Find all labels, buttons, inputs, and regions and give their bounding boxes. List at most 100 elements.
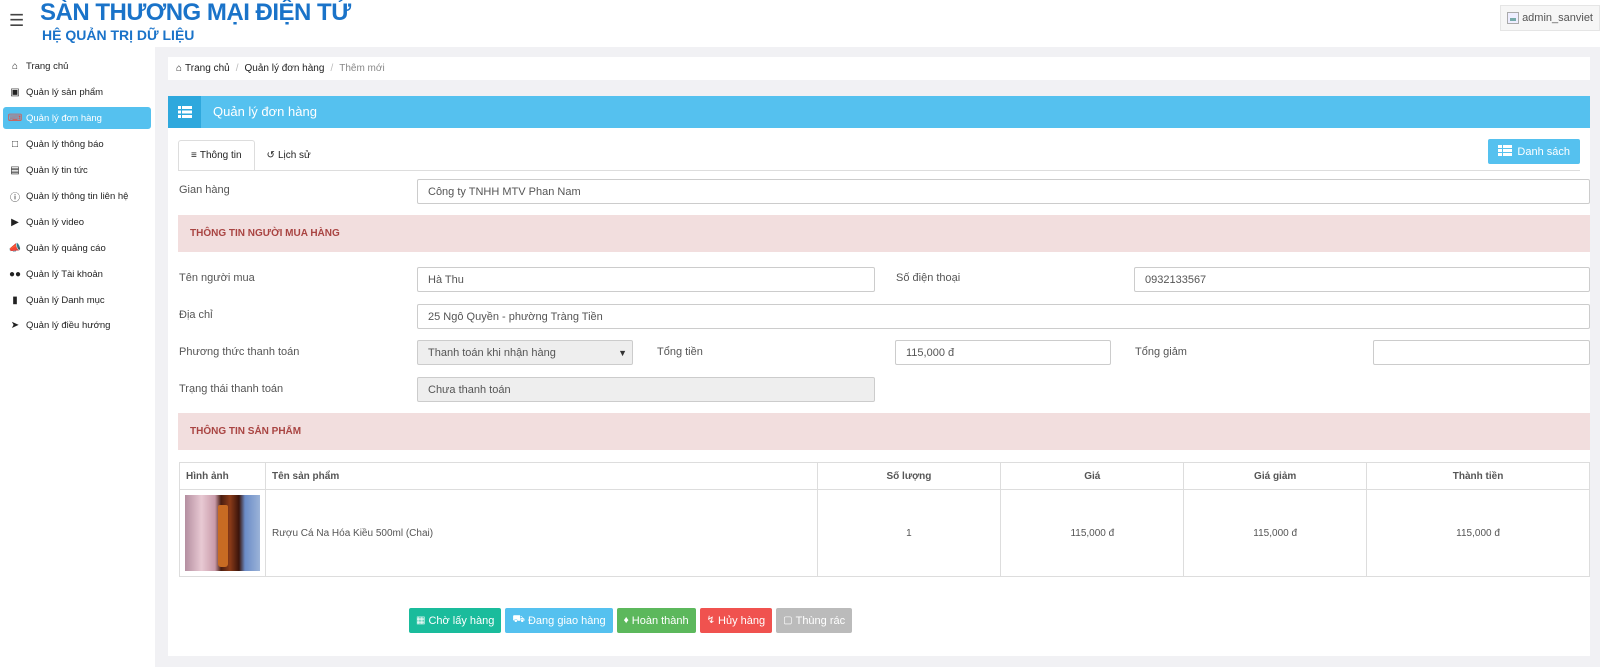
brand-subtitle: HỆ QUẢN TRỊ DỮ LIỆU [42, 27, 195, 43]
breadcrumb-section[interactable]: Quản lý đơn hàng [244, 63, 324, 74]
sidebar-item-label: Quản lý sản phẩm [26, 86, 104, 98]
top-header: ☰ SÀN THƯƠNG MẠI ĐIỆN TỬ HỆ QUẢN TRỊ DỮ … [0, 0, 1600, 47]
table-row: Rượu Cá Na Hóa Kiều 500ml (Chai) 1 115,0… [179, 489, 1590, 577]
sidebar-item-home[interactable]: ⌂ Trang chủ [3, 55, 151, 77]
store-label: Gian hàng [179, 184, 230, 196]
payment-method-select[interactable]: Thanh toán khi nhận hàng ▼ [417, 340, 633, 365]
archive-icon: ▣ [10, 86, 20, 98]
trash-button[interactable]: ▢ Thùng rác [776, 608, 853, 633]
product-table: Hình ảnh Tên sản phẩm Số lượng Giá Giá g… [179, 462, 1590, 577]
users-icon: ●● [8, 268, 22, 280]
button-label: Thùng rác [795, 614, 846, 627]
await-pickup-button[interactable]: ▦ Chờ lấy hàng [409, 608, 502, 633]
payment-method-value: Thanh toán khi nhận hàng [428, 346, 556, 359]
breadcrumb-separator: / [235, 63, 239, 74]
sidebar-item-contact[interactable]: ⓘ Quản lý thông tin liên hệ [3, 185, 151, 207]
menu-icon[interactable]: ☰ [9, 11, 24, 31]
button-label: Chờ lấy hàng [428, 614, 495, 627]
sidebar-item-products[interactable]: ▣ Quản lý sản phẩm [3, 81, 151, 103]
product-section-header: THÔNG TIN SẢN PHẨM [178, 413, 1590, 450]
sidebar-item-accounts[interactable]: ●● Quản lý Tài khoản [3, 263, 151, 285]
buyer-name-field[interactable]: Hà Thu [417, 267, 875, 292]
bell-icon: ♦ [623, 615, 629, 626]
order-actions: ▦ Chờ lấy hàng ⛟ Đang giao hàng ♦ Hoàn t… [409, 608, 853, 633]
store-field[interactable]: Công ty TNHH MTV Phan Nam [417, 179, 1590, 204]
sidebar-item-label: Quản lý Danh mục [26, 294, 105, 306]
gift-icon: ▦ [416, 615, 426, 626]
column-header: Hình ảnh [179, 462, 266, 490]
list-icon [168, 96, 201, 128]
payment-status-label: Trạng thái thanh toán [179, 383, 284, 395]
sidebar-item-orders[interactable]: ⌨ Quản lý đơn hàng [3, 107, 151, 129]
tab-info[interactable]: ≡ Thông tin [178, 140, 255, 171]
product-qty: 1 [816, 489, 1002, 577]
sidebar-item-label: Quản lý điều hướng [26, 319, 111, 331]
sidebar-item-notifications[interactable]: □ Quản lý thông báo [3, 133, 151, 155]
buyer-name-label: Tên người mua [179, 272, 255, 284]
user-name: admin_sanviet [1522, 12, 1593, 24]
list-button[interactable]: Danh sách [1488, 139, 1580, 164]
cancel-order-button[interactable]: ↯ Hủy hàng [699, 608, 773, 633]
address-label: Địa chỉ [179, 309, 213, 321]
product-name: Rượu Cá Na Hóa Kiều 500ml (Chai) [264, 489, 818, 577]
user-menu[interactable]: admin_sanviet [1500, 5, 1600, 31]
column-header: Giá [1000, 462, 1185, 490]
product-price: 115,000 đ [1000, 489, 1185, 577]
sidebar: ⌂ Trang chủ ▣ Quản lý sản phẩm ⌨ Quản lý… [0, 47, 155, 667]
sidebar-item-label: Quản lý thông báo [26, 138, 104, 150]
bolt-icon: ↯ [706, 615, 716, 626]
button-label: Hủy hàng [718, 614, 766, 627]
total-label: Tổng tiền [657, 346, 703, 358]
panel-title: Quản lý đơn hàng [213, 104, 317, 119]
shipping-button[interactable]: ⛟ Đang giao hàng [505, 608, 613, 633]
sidebar-item-categories[interactable]: ▮ Quản lý Danh mục [3, 289, 151, 311]
list-button-label: Danh sách [1517, 145, 1570, 158]
table-icon [1498, 144, 1513, 159]
button-label: Hoàn thành [631, 614, 689, 627]
button-label: Đang giao hàng [527, 614, 606, 627]
sidebar-item-video[interactable]: ▶ Quản lý video [3, 211, 151, 233]
sidebar-item-label: Quản lý thông tin liên hệ [26, 190, 129, 202]
column-header: Giá giảm [1183, 462, 1368, 490]
sidebar-item-label: Quản lý đơn hàng [26, 112, 102, 124]
phone-field[interactable]: 0932133567 [1134, 267, 1590, 292]
breadcrumb: ⌂ Trang chủ / Quản lý đơn hàng / Thêm mớ… [168, 57, 1590, 80]
sidebar-item-label: Trang chủ [26, 60, 69, 72]
table-header-row: Hình ảnh Tên sản phẩm Số lượng Giá Giá g… [179, 462, 1590, 490]
order-panel: Quản lý đơn hàng ≡ Thông tin ↺ Lịch sử D… [168, 96, 1590, 656]
sidebar-item-label: Quản lý Tài khoản [26, 268, 103, 280]
tab-label: Lịch sử [277, 150, 311, 161]
breadcrumb-home[interactable]: Trang chủ [185, 63, 230, 74]
total-field[interactable]: 115,000 đ [895, 340, 1111, 365]
product-discount-price: 115,000 đ [1183, 489, 1368, 577]
product-amount: 115,000 đ [1366, 489, 1590, 577]
column-header: Số lượng [816, 462, 1002, 490]
home-icon: ⌂ [176, 63, 183, 74]
chevron-down-icon: ▼ [618, 347, 627, 358]
avatar-icon [1507, 12, 1520, 24]
tab-divider [178, 170, 1580, 171]
tab-history[interactable]: ↺ Lịch sử [255, 140, 323, 171]
complete-button[interactable]: ♦ Hoàn thành [616, 608, 696, 633]
history-icon: ↺ [266, 150, 275, 161]
trash-icon: ▢ [783, 615, 793, 626]
bookmark-icon: □ [11, 138, 19, 150]
product-image-cell [179, 489, 266, 577]
discount-label: Tổng giảm [1135, 346, 1187, 358]
video-icon: ▶ [11, 216, 19, 228]
tab-label: Thông tin [199, 150, 242, 161]
discount-field[interactable] [1373, 340, 1590, 365]
sidebar-item-navigation[interactable]: ➤ Quản lý điều hướng [3, 314, 151, 336]
sidebar-item-label: Quản lý video [26, 216, 85, 228]
column-header: Tên sản phẩm [264, 462, 818, 490]
bullhorn-icon: 📣 [8, 242, 22, 254]
sidebar-item-ads[interactable]: 📣 Quản lý quảng cáo [3, 237, 151, 259]
sidebar-item-news[interactable]: ▤ Quản lý tin tức [3, 159, 151, 181]
breadcrumb-separator: / [330, 63, 334, 74]
breadcrumb-current: Thêm mới [339, 63, 385, 74]
panel-header: Quản lý đơn hàng [168, 96, 1590, 128]
address-field[interactable]: 25 Ngô Quyền - phường Tràng Tiền [417, 304, 1590, 329]
buyer-section-header: THÔNG TIN NGƯỜI MUA HÀNG [178, 215, 1590, 252]
brand-title: SÀN THƯƠNG MẠI ĐIỆN TỬ [40, 0, 351, 26]
news-icon: ▤ [10, 164, 20, 176]
